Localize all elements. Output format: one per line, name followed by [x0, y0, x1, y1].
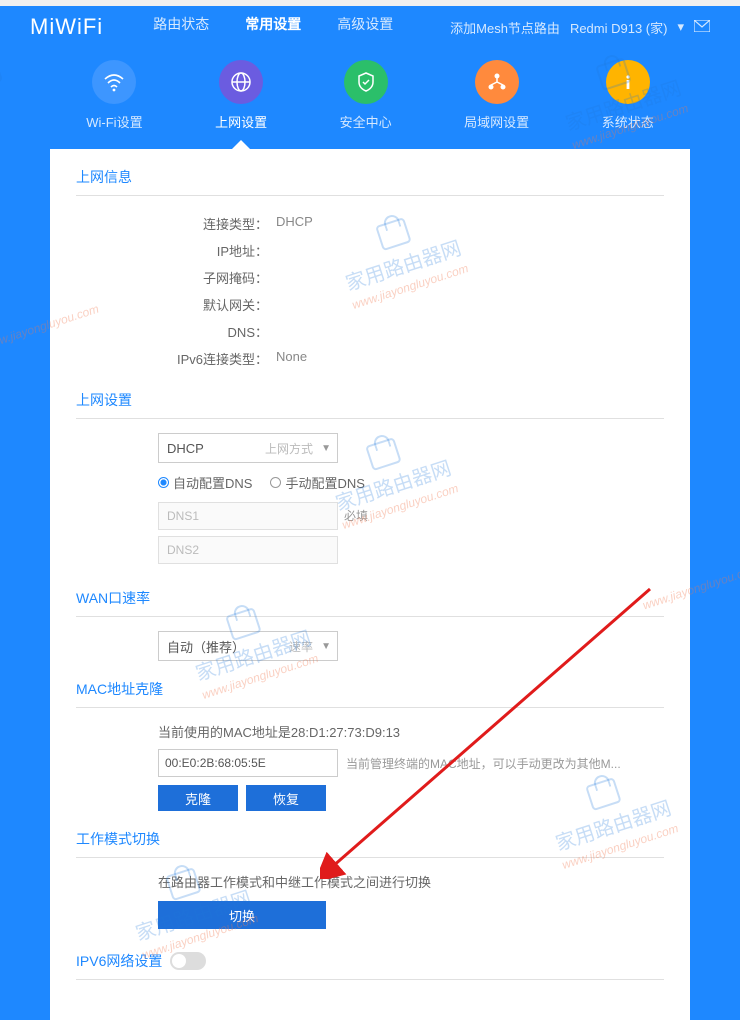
label-ip: IP地址： — [76, 241, 276, 260]
ipv6-toggle[interactable] — [170, 952, 206, 970]
section-internet-settings: 上网设置 — [76, 390, 664, 419]
wan-speed-select[interactable]: 自动（推荐） 速率 ▼ — [158, 631, 338, 661]
device-name[interactable]: Redmi D913 (家) — [570, 18, 668, 37]
radio-auto-dns[interactable]: 自动配置DNS — [158, 473, 252, 492]
current-mac-text: 当前使用的MAC地址是28:D1:27:73:D9:13 — [158, 722, 664, 741]
mac-address-input[interactable] — [158, 749, 338, 777]
wifi-icon — [92, 60, 136, 104]
dns1-required: 必填 — [344, 509, 368, 523]
clone-button[interactable]: 克隆 — [158, 785, 238, 811]
shield-icon — [344, 60, 388, 104]
tab-internet[interactable]: 上网设置 — [215, 60, 267, 131]
chevron-down-icon: ▼ — [321, 443, 331, 454]
top-nav: 路由状态 常用设置 高级设置 — [153, 14, 393, 40]
connection-method-select[interactable]: DHCP 上网方式 ▼ — [158, 433, 338, 463]
label-conn-type: 连接类型： — [76, 214, 276, 233]
settings-panel: 上网信息 连接类型：DHCP IP地址： 子网掩码： 默认网关： DNS： IP… — [50, 149, 690, 1020]
settings-tabs: Wi-Fi设置 上网设置 安全中心 局域网设置 系统状态 — [0, 42, 740, 131]
mac-note: 当前管理终端的MAC地址，可以手动更改为其他M... — [346, 755, 621, 772]
globe-icon — [219, 60, 263, 104]
section-work-mode: 工作模式切换 — [76, 829, 664, 858]
restore-button[interactable]: 恢复 — [246, 785, 326, 811]
nav-add-mesh[interactable]: 添加Mesh节点路由 — [450, 18, 560, 37]
dropdown-icon[interactable]: ▾ — [677, 19, 684, 35]
dns1-input[interactable]: DNS1 — [158, 502, 338, 530]
info-icon — [606, 60, 650, 104]
value-conn-type: DHCP — [276, 214, 313, 233]
work-mode-desc: 在路由器工作模式和中继工作模式之间进行切换 — [158, 872, 664, 891]
section-wan-speed: WAN口速率 — [76, 588, 664, 617]
tab-system[interactable]: 系统状态 — [602, 60, 654, 131]
value-ipv6-type: None — [276, 349, 307, 368]
radio-manual-dns[interactable]: 手动配置DNS — [270, 473, 364, 492]
switch-mode-button[interactable]: 切换 — [158, 901, 326, 929]
section-ipv6: IPV6网络设置 — [76, 951, 664, 980]
tab-security[interactable]: 安全中心 — [340, 60, 392, 131]
nav-advanced-settings[interactable]: 高级设置 — [337, 14, 393, 40]
label-mask: 子网掩码： — [76, 268, 276, 287]
logo: MiWiFi — [30, 14, 103, 40]
section-internet-info: 上网信息 — [76, 167, 664, 196]
label-gateway: 默认网关： — [76, 295, 276, 314]
nav-router-status[interactable]: 路由状态 — [153, 14, 209, 40]
tab-wifi[interactable]: Wi-Fi设置 — [86, 60, 142, 131]
header: MiWiFi 路由状态 常用设置 高级设置 添加Mesh节点路由 Redmi D… — [0, 6, 740, 42]
nav-common-settings[interactable]: 常用设置 — [245, 14, 301, 40]
chevron-down-icon: ▼ — [321, 641, 331, 652]
dns2-input[interactable]: DNS2 — [158, 536, 338, 564]
label-dns: DNS： — [76, 322, 276, 341]
label-ipv6-type: IPv6连接类型： — [76, 349, 276, 368]
tab-lan[interactable]: 局域网设置 — [464, 60, 529, 131]
network-icon — [475, 60, 519, 104]
section-mac-clone: MAC地址克隆 — [76, 679, 664, 708]
mail-icon[interactable] — [694, 20, 710, 35]
